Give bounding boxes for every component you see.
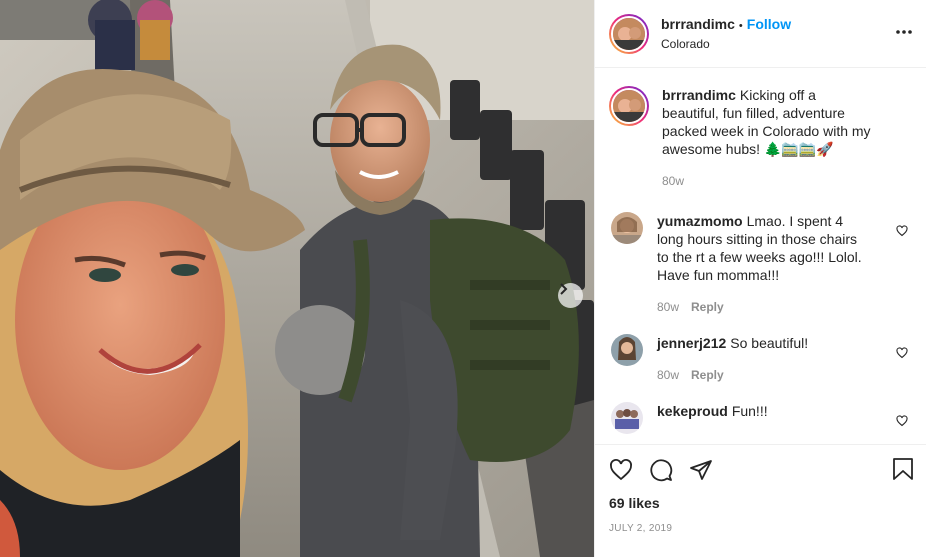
comment-username[interactable]: yumazmomo <box>657 213 743 229</box>
action-icons <box>609 445 912 495</box>
post-date[interactable]: JULY 2, 2019 <box>609 523 912 534</box>
post-panel: brrrandimc • Follow Colorado brrrandimc … <box>594 0 926 557</box>
heart-icon <box>896 415 908 427</box>
reply-button[interactable]: Reply <box>691 366 724 384</box>
caption-time[interactable]: 80w <box>662 172 684 190</box>
caption-avatar[interactable] <box>609 86 649 126</box>
comment-avatar[interactable] <box>611 212 643 244</box>
author-avatar[interactable] <box>609 13 649 54</box>
post-actions: 69 likes JULY 2, 2019 <box>595 444 926 557</box>
comment-body: jennerj212 So beautiful! 80w Reply <box>657 334 871 384</box>
comment-item: jennerj212 So beautiful! 80w Reply <box>609 334 912 384</box>
comment-button[interactable] <box>649 458 673 482</box>
comment-avatar[interactable] <box>611 334 643 366</box>
share-button[interactable] <box>689 458 713 482</box>
comments-list[interactable]: brrrandimc Kicking off a beautiful, fun f… <box>595 68 926 444</box>
avatar-image <box>611 402 643 434</box>
heart-icon <box>896 225 908 237</box>
avatar-image <box>613 17 645 50</box>
comment-item: kekeproud Fun!!! <box>609 402 912 434</box>
avatar-image <box>613 90 645 122</box>
comment-username[interactable]: kekeproud <box>657 403 728 419</box>
like-button[interactable] <box>609 458 633 482</box>
save-button[interactable] <box>892 457 914 484</box>
comment-time[interactable]: 80w <box>657 298 679 316</box>
comment-body: yumazmomo Lmao. I spent 4 long hours sitt… <box>657 212 871 316</box>
bookmark-icon <box>893 458 913 480</box>
author-username[interactable]: brrrandimc <box>661 16 735 32</box>
comment-meta: 80w Reply <box>657 366 871 384</box>
reply-button[interactable]: Reply <box>691 298 724 316</box>
caption-body: brrrandimc Kicking off a beautiful, fun f… <box>662 86 876 190</box>
comment-text: So beautiful! <box>730 335 809 351</box>
post-location[interactable]: Colorado <box>661 35 791 53</box>
avatar-image <box>611 334 643 366</box>
paper-plane-icon <box>690 460 712 480</box>
photo-illustration <box>0 0 594 557</box>
comment-like-button[interactable] <box>896 224 908 240</box>
comment-username[interactable]: jennerj212 <box>657 335 726 351</box>
comment-avatar[interactable] <box>611 402 643 434</box>
comment-body: kekeproud Fun!!! <box>657 402 871 434</box>
heart-icon <box>610 459 632 481</box>
comment-bubble-icon <box>650 459 673 482</box>
avatar-image <box>611 212 643 244</box>
header-text: brrrandimc • Follow Colorado <box>661 15 791 53</box>
comment-meta: 80w Reply <box>657 298 871 316</box>
post-header: brrrandimc • Follow Colorado <box>595 0 926 68</box>
caption-username[interactable]: brrrandimc <box>662 87 736 103</box>
separator-dot: • <box>738 19 743 32</box>
comment-time[interactable]: 80w <box>657 366 679 384</box>
caption-meta: 80w <box>662 172 876 190</box>
comment-like-button[interactable] <box>896 414 908 430</box>
more-options-button[interactable] <box>894 22 914 42</box>
follow-button[interactable]: Follow <box>747 16 791 32</box>
post-photo[interactable] <box>0 0 594 557</box>
comment-item: yumazmomo Lmao. I spent 4 long hours sitt… <box>609 212 912 316</box>
next-image-button[interactable] <box>558 283 583 308</box>
post-viewer: brrrandimc • Follow Colorado brrrandimc … <box>0 0 926 557</box>
comment-text: Fun!!! <box>731 403 768 419</box>
comment-like-button[interactable] <box>896 346 908 362</box>
heart-icon <box>896 347 908 359</box>
caption: brrrandimc Kicking off a beautiful, fun f… <box>609 86 912 190</box>
likes-count[interactable]: 69 likes <box>609 495 912 511</box>
chevron-right-icon <box>560 283 568 295</box>
more-options-icon <box>896 30 912 34</box>
